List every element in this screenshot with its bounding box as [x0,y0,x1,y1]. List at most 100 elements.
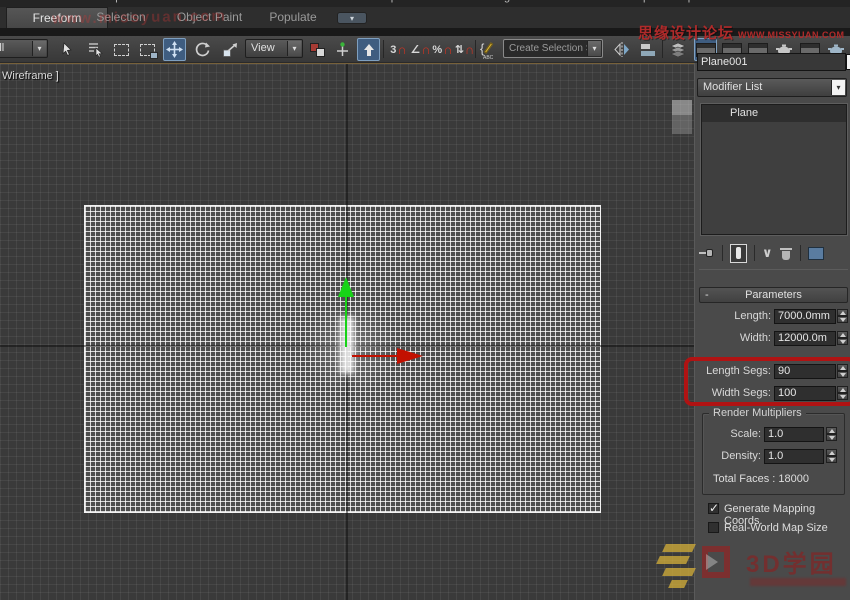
list-cursor-icon [88,42,104,57]
parameters-rollout-title: Parameters [745,289,802,301]
watermark-faint-text: www.missyuan.com [52,7,227,27]
spinner-arrows-icon: ⇅ [455,43,464,56]
named-selection-set-dropdown[interactable]: Create Selection Se ▾ [503,39,603,58]
reference-coordinate-dropdown[interactable]: View ▾ [245,39,303,58]
align-icon [641,44,655,56]
scale-field[interactable]: 1.0 [764,427,824,442]
edit-named-selection-sets-button[interactable]: { ABC [478,38,502,61]
watermark-logo-text: 3D学园 [746,544,837,579]
show-end-result-button[interactable] [730,244,747,263]
menu-item[interactable]: Edit [8,0,27,3]
up-arrow-icon [362,43,376,57]
window-crossing-button[interactable] [136,38,159,61]
width-spinner[interactable] [837,331,848,345]
logo-cube-icon [702,546,730,578]
configure-modifier-sets-button[interactable] [808,247,824,260]
watermark-site-name: 思缘设计论坛 [638,25,734,42]
menu-item[interactable]: Modifiers [241,0,286,3]
real-world-map-size-checkbox[interactable] [708,522,719,533]
gizmo-x-axis-arrowhead[interactable] [397,348,423,364]
mirror-button[interactable] [610,38,633,61]
parameters-rollout-header[interactable]: - Parameters [699,287,848,303]
modifier-stack-item-plane[interactable]: Plane [702,105,846,122]
gizmo-y-axis[interactable] [345,295,347,347]
move-arrows-icon [166,41,183,58]
generate-mapping-coords-checkbox[interactable] [708,503,719,514]
menu-item[interactable]: Rendering [459,0,510,3]
modifier-stack-toolbar: ∨ [699,241,849,265]
selection-filter-dropdown[interactable]: All ▾ [0,39,48,58]
ribbon-tab-populate[interactable]: Populate [258,7,328,28]
menu-item[interactable]: Views [140,0,169,3]
panel-divider [699,269,848,270]
length-label: Length: [699,310,771,322]
logo-yellow-bar [662,544,696,552]
select-and-rotate-button[interactable] [191,38,214,61]
viewport-shading-label[interactable]: Wireframe ] [2,70,59,82]
logo-yellow-bar [656,556,690,564]
viewport[interactable]: Wireframe ] [0,63,694,600]
select-and-manipulate-button[interactable] [331,38,354,61]
watermark-site: 思缘设计论坛WWW.MISSYUAN.COM [638,22,845,43]
select-object-button[interactable] [56,38,79,61]
make-unique-button[interactable]: ∨ [762,245,773,261]
ribbon-overflow-button[interactable]: ▾ [337,12,367,24]
scale-icon [222,42,238,58]
length-spinner[interactable] [837,309,848,323]
width-field[interactable]: 12000.0m [774,331,836,346]
length-field[interactable]: 7000.0mm [774,309,836,324]
magnet-icon: ∩ [421,42,430,57]
tutorial-highlight-box [684,357,850,406]
logo-yellow-bar [668,580,688,588]
manipulate-icon [335,42,350,57]
use-pivot-point-center-button[interactable] [306,38,329,61]
real-world-map-size-label: Real-World Map Size [724,522,828,534]
object-name-field[interactable]: Plane001 [697,53,846,71]
menu-item[interactable]: Create [189,0,222,3]
named-sets-icon: { ABC [480,41,500,59]
magnet-icon: ∩ [397,42,406,57]
named-selection-value: Create Selection Se [509,43,598,54]
cursor-icon [60,42,75,57]
viewcube-ghost[interactable] [672,100,692,136]
chevron-down-icon: ▾ [587,41,601,56]
magnet-icon: ∩ [443,42,452,57]
watermark-logo-subtext-bar [750,578,846,586]
percent-icon: % [432,44,442,56]
modifier-list-dropdown[interactable]: Modifier List ▾ [697,78,847,97]
gizmo-center-highlight [340,316,354,374]
density-field[interactable]: 1.0 [764,449,824,464]
scale-spinner[interactable] [826,427,837,441]
spinner-snap-toggle-button[interactable]: ⇅∩ [453,38,476,61]
menu-item[interactable]: Graph Editors [372,0,440,3]
chevron-down-icon: ▾ [287,41,301,56]
select-and-move-button[interactable] [163,38,186,61]
menu-item[interactable]: Tools [46,0,72,3]
selection-filter-value: All [0,42,4,54]
layers-icon [670,42,686,57]
total-faces-value: Total Faces : 18000 [713,473,809,485]
snap-toggle-3d-button[interactable]: 3∩ [387,38,410,61]
angle-snap-toggle-button[interactable]: ∠∩ [409,38,432,61]
menu-item[interactable]: Help [671,0,694,3]
modifier-list-value: Modifier List [703,81,762,93]
keyboard-shortcut-override-button[interactable] [357,38,380,61]
viewcube-top-face [672,100,692,115]
scale-label: Scale: [705,428,761,440]
chevron-down-icon: ▾ [350,14,354,23]
dashed-rectangle-icon [114,44,129,56]
select-and-scale-button[interactable] [218,38,241,61]
menu-item[interactable]: MAXScript [600,0,652,3]
select-by-name-button[interactable] [84,38,107,61]
remove-modifier-button[interactable] [780,246,793,261]
gizmo-y-axis-arrowhead[interactable] [338,277,354,297]
density-spinner[interactable] [826,449,837,463]
gizmo-x-axis[interactable] [352,355,398,357]
menu-item[interactable]: Animation [304,0,353,3]
pin-stack-button[interactable] [699,246,715,260]
rectangular-selection-region-button[interactable] [110,38,133,61]
percent-snap-toggle-button[interactable]: %∩ [431,38,454,61]
menu-item[interactable]: Group [91,0,122,3]
menu-item[interactable]: Customize [529,0,581,3]
object-color-swatch[interactable] [846,54,850,70]
